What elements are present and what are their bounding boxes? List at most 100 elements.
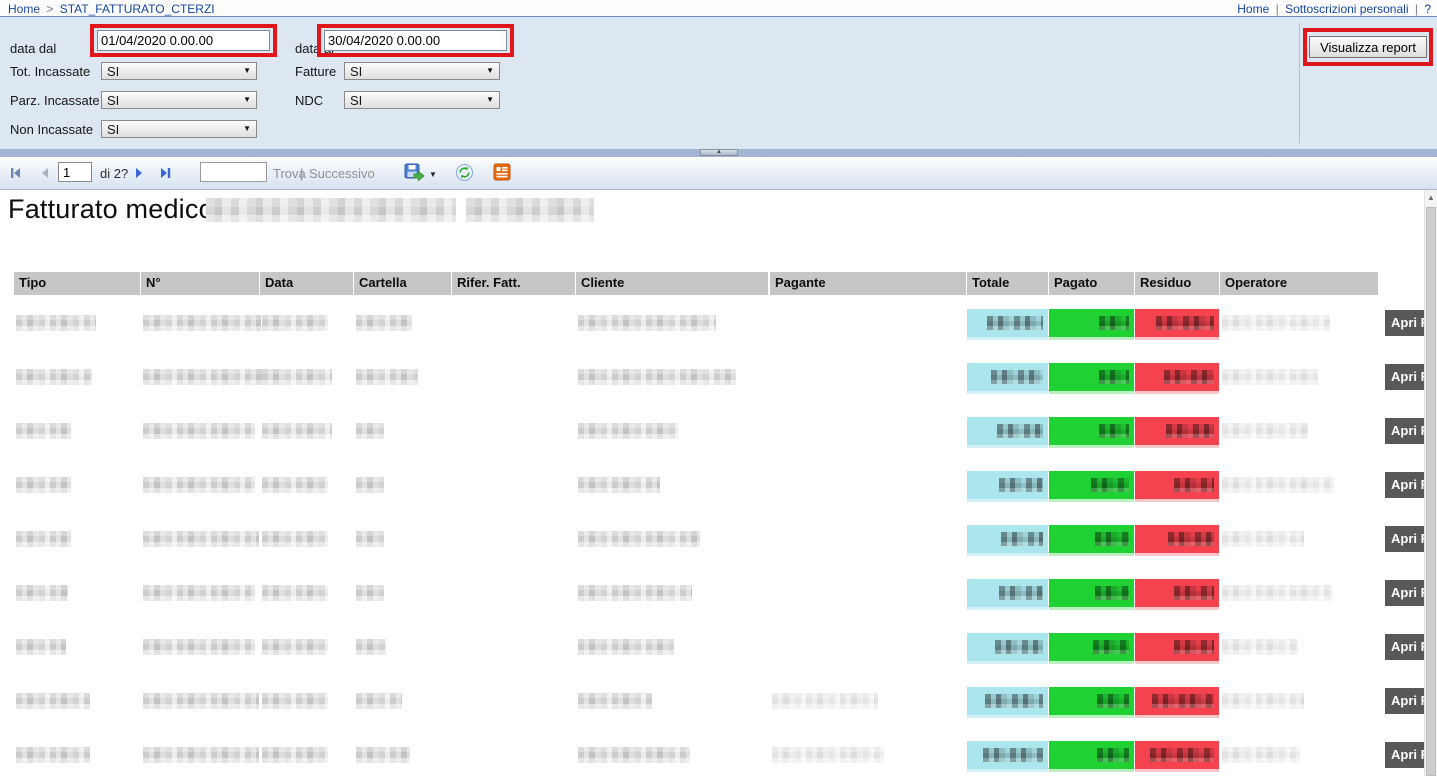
non-incassate-select[interactable]: SI ▼ <box>101 120 257 138</box>
column-header-residuo: Residuo <box>1135 272 1219 295</box>
redacted-operatore <box>1222 639 1298 655</box>
column-header-pagato: Pagato <box>1049 272 1134 295</box>
view-report-button[interactable]: Visualizza report <box>1309 36 1427 58</box>
fatture-value: SI <box>350 64 362 79</box>
redacted-cliente <box>578 639 674 655</box>
redacted-cartella <box>356 423 384 439</box>
data-feed-button[interactable] <box>493 163 511 181</box>
totale-amount-cell <box>967 363 1048 391</box>
personal-subscriptions-link[interactable]: Sottoscrizioni personali <box>1285 2 1408 16</box>
redacted-data <box>262 477 328 493</box>
redacted-report-subject <box>466 198 594 222</box>
column-header-pagante: Pagante <box>770 272 966 295</box>
redacted-cartella <box>356 531 384 547</box>
date-to-input[interactable] <box>324 30 507 51</box>
last-page-button[interactable] <box>157 165 173 181</box>
date-from-input[interactable] <box>97 30 270 51</box>
pagato-amount-cell <box>1049 471 1134 499</box>
find-input[interactable] <box>200 162 267 182</box>
date-from-label: data dal <box>10 41 56 56</box>
redacted-numero <box>143 639 255 655</box>
redacted-cliente <box>578 747 690 763</box>
redacted-numero <box>143 747 259 763</box>
redacted-amount <box>1095 586 1129 600</box>
redacted-data <box>262 639 328 655</box>
redacted-amount <box>1001 532 1043 546</box>
link-separator: | <box>1273 2 1282 16</box>
redacted-operatore <box>1222 369 1318 385</box>
redacted-numero <box>143 693 259 709</box>
redacted-operatore <box>1222 477 1334 493</box>
ndc-label: NDC <box>295 93 323 108</box>
breadcrumb: Home > STAT_FATTURATO_CTERZI <box>8 2 215 16</box>
export-menu-caret-icon[interactable]: ▼ <box>429 170 437 179</box>
redacted-amount <box>1091 478 1129 492</box>
redacted-cliente <box>578 531 700 547</box>
redacted-operatore <box>1222 315 1330 331</box>
annotation-box-date-to <box>317 24 514 57</box>
redacted-data <box>262 693 328 709</box>
non-incassate-label: Non Incassate <box>10 122 93 137</box>
redacted-amount <box>1174 478 1214 492</box>
pagato-amount-cell <box>1049 309 1134 337</box>
redacted-amount <box>985 694 1043 708</box>
residuo-amount-cell <box>1135 741 1219 769</box>
redacted-data <box>262 315 328 331</box>
redacted-cliente <box>578 369 736 385</box>
report-toolbar: di 2? Trova | Successivo ▼ <box>0 157 1437 190</box>
redacted-amount <box>1099 316 1129 330</box>
redacted-operatore <box>1222 693 1304 709</box>
column-header-data: Data <box>260 272 353 295</box>
vertical-scrollbar[interactable]: ▲ <box>1424 190 1437 776</box>
redacted-tipo <box>16 693 90 709</box>
page-number-input[interactable] <box>58 162 92 182</box>
help-link[interactable]: ? <box>1424 2 1431 16</box>
redacted-tipo <box>16 585 68 601</box>
redacted-cartella <box>356 585 384 601</box>
tot-incassate-select[interactable]: SI ▼ <box>101 62 257 80</box>
find-separator: | <box>300 166 303 181</box>
next-page-button[interactable] <box>131 165 147 181</box>
tot-incassate-value: SI <box>107 64 119 79</box>
annotation-box-date-from <box>90 24 277 57</box>
parz-incassate-select[interactable]: SI ▼ <box>101 91 257 109</box>
chevron-down-icon: ▼ <box>243 67 251 75</box>
tot-incassate-label: Tot. Incassate <box>10 64 90 79</box>
pagato-amount-cell <box>1049 633 1134 661</box>
redacted-operatore <box>1222 747 1300 763</box>
redacted-amount <box>1174 640 1214 654</box>
redacted-pagante <box>772 747 884 763</box>
totale-amount-cell <box>967 309 1048 337</box>
home-link[interactable]: Home <box>1237 2 1269 16</box>
report-parameters-panel: data dal data al Tot. Incassate SI ▼ Fat… <box>0 17 1437 149</box>
link-separator: | <box>1412 2 1421 16</box>
find-next-button[interactable]: Successivo <box>309 166 375 181</box>
totale-amount-cell <box>967 687 1048 715</box>
scrollbar-thumb[interactable] <box>1426 207 1436 776</box>
breadcrumb-home-link[interactable]: Home <box>8 2 40 16</box>
totale-amount-cell <box>967 417 1048 445</box>
chevron-down-icon: ▼ <box>243 125 251 133</box>
first-page-button[interactable] <box>8 165 24 181</box>
refresh-button[interactable] <box>455 163 474 182</box>
chevron-down-icon: ▼ <box>486 96 494 104</box>
redacted-cartella <box>356 639 386 655</box>
previous-page-button[interactable] <box>37 165 53 181</box>
fatture-select[interactable]: SI ▼ <box>344 62 500 80</box>
totale-amount-cell <box>967 525 1048 553</box>
redacted-amount <box>1166 424 1214 438</box>
export-save-icon[interactable] <box>404 163 425 183</box>
ndc-select[interactable]: SI ▼ <box>344 91 500 109</box>
totale-amount-cell <box>967 579 1048 607</box>
column-header-tipo: Tipo <box>14 272 140 295</box>
scroll-up-icon[interactable]: ▲ <box>1425 190 1437 206</box>
redacted-amount <box>1099 424 1129 438</box>
pagato-amount-cell <box>1049 579 1134 607</box>
pagato-amount-cell <box>1049 687 1134 715</box>
parz-incassate-value: SI <box>107 93 119 108</box>
redacted-cliente <box>578 585 692 601</box>
redacted-numero <box>143 315 261 331</box>
collapse-parameters-handle[interactable]: ▲ <box>700 149 738 156</box>
redacted-amount <box>1168 532 1214 546</box>
column-header-numero: N° <box>141 272 259 295</box>
